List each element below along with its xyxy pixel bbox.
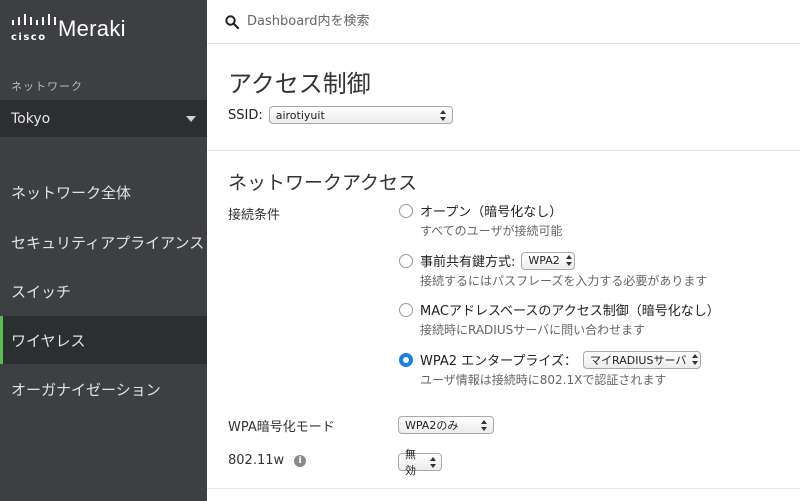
nav-item-label: オーガナイゼーション — [11, 380, 161, 399]
section-divider-bottom — [207, 488, 800, 489]
dot11w-label: 802.11w — [228, 453, 285, 468]
cisco-logo[interactable]: cisco — [11, 14, 57, 44]
wpa-mode-select[interactable]: WPA2のみ — [398, 416, 494, 434]
cisco-wordmark: cisco — [11, 32, 47, 43]
nav-item-switch[interactable]: スイッチ — [0, 267, 207, 315]
network-dropdown[interactable]: Tokyo — [0, 100, 207, 137]
network-label: ネットワーク — [11, 80, 83, 93]
option-open-description: すべてのユーザが接続可能 — [420, 224, 563, 238]
psk-mode-value: WPA2 — [528, 254, 560, 267]
ssid-select-value: airotiyuit — [275, 108, 325, 122]
option-psk-label: 事前共有鍵方式: — [420, 255, 516, 270]
select-arrows-icon — [692, 354, 698, 365]
wpa-mode-value: WPA2のみ — [405, 419, 459, 432]
option-wpa2-enterprise-description: ユーザ情報は接続時に802.1Xで認証されます — [420, 373, 667, 387]
info-icon[interactable]: i — [294, 454, 307, 467]
caret-down-icon — [186, 116, 196, 122]
select-arrows-icon — [481, 419, 487, 431]
option-wpa2-enterprise-label: WPA2 エンタープライズ： — [420, 354, 577, 369]
nav-item-security-appliance[interactable]: セキュリティアプライアンス — [0, 218, 207, 266]
section-title-network-access: ネットワークアクセス — [228, 172, 418, 194]
option-psk-description: 接続するにはパスフレーズを入力する必要があります — [420, 274, 708, 288]
radio-open[interactable] — [399, 204, 413, 218]
nav-item-network-wide[interactable]: ネットワーク全体 — [0, 168, 207, 216]
option-open-label: オープン（暗号化なし） — [420, 205, 563, 220]
wpa-mode-label: WPA暗号化モード — [228, 420, 335, 435]
dot11w-select[interactable]: 無効 — [398, 448, 442, 477]
sidebar: cisco Meraki ネットワーク Tokyo ネットワーク全体 セキュリテ… — [0, 0, 207, 501]
nav-item-organization[interactable]: オーガナイゼーション — [0, 365, 207, 413]
nav-item-label: セキュリティアプライアンス — [11, 233, 205, 252]
option-psk-main: 事前共有鍵方式: WPA2 — [420, 251, 576, 270]
page-title: アクセス制御 — [228, 70, 371, 98]
search-icon[interactable] — [225, 14, 239, 29]
section-divider — [207, 150, 800, 151]
select-arrows-icon — [565, 255, 572, 266]
dot11w-row: 802.11w i — [228, 453, 307, 468]
option-mac-label: MACアドレスベースのアクセス制御（暗号化なし） — [420, 304, 720, 319]
search-input[interactable] — [247, 14, 547, 29]
ssid-select[interactable]: airotiyuit — [268, 106, 453, 124]
nav-item-label: ネットワーク全体 — [11, 183, 132, 202]
dot11w-value: 無効 — [405, 448, 416, 477]
psk-mode-select[interactable]: WPA2 — [521, 251, 576, 270]
radio-mac[interactable] — [399, 303, 413, 317]
select-arrows-icon — [439, 109, 446, 121]
ssid-label: SSID: — [228, 107, 263, 123]
radio-psk[interactable] — [399, 254, 413, 268]
select-arrows-icon — [429, 456, 437, 468]
radius-server-value: マイRADIUSサーバ — [590, 353, 687, 367]
radio-wpa2-enterprise[interactable] — [399, 353, 413, 367]
brand-name: Meraki — [58, 16, 126, 41]
network-selected-value: Tokyo — [11, 110, 51, 127]
option-wpa2-enterprise-main: WPA2 エンタープライズ： マイRADIUSサーバ — [420, 350, 701, 369]
option-mac-description: 接続時にRADIUSサーバに問い合わせます — [420, 323, 646, 337]
nav-item-label: ワイヤレス — [11, 331, 86, 350]
nav-item-label: スイッチ — [11, 282, 72, 301]
search-bar — [207, 0, 800, 44]
connection-condition-label: 接続条件 — [228, 208, 281, 223]
ssid-row: SSID: airotiyuit — [228, 106, 453, 124]
radius-server-select[interactable]: マイRADIUSサーバ — [583, 350, 701, 369]
nav-item-wireless[interactable]: ワイヤレス — [0, 316, 207, 364]
